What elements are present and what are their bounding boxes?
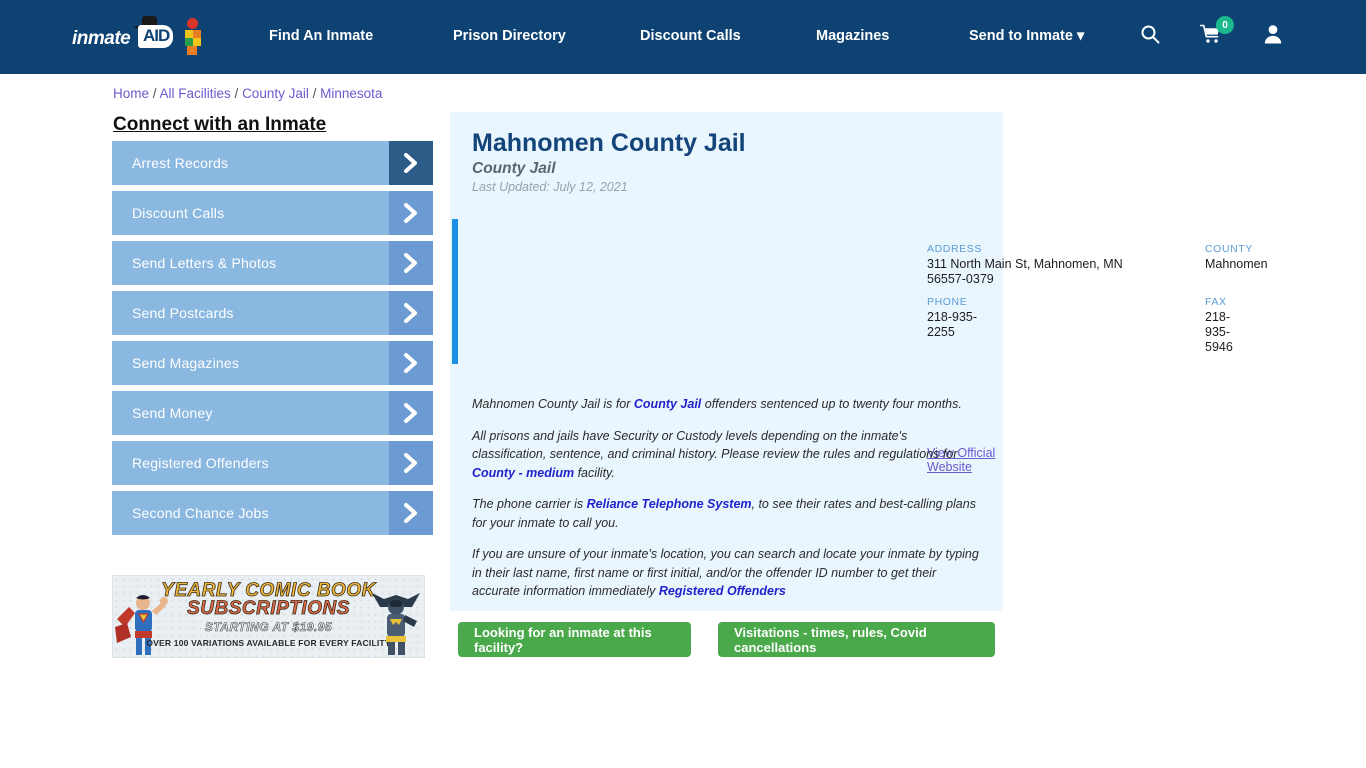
search-icon[interactable]: [1140, 24, 1160, 49]
chevron-right-icon: [389, 441, 433, 485]
batman-figure-icon: [372, 593, 420, 655]
sidebar-item-send-postcards[interactable]: Send Postcards: [112, 291, 433, 335]
inline-text: All prisons and jails have Security or C…: [472, 428, 958, 462]
sidebar-item-label: Send Magazines: [132, 355, 240, 371]
sidebar-item-discount-calls[interactable]: Discount Calls: [112, 191, 433, 235]
fax-label: FAX: [1205, 296, 1227, 308]
description-paragraph-3: If you are unsure of your inmate's locat…: [472, 545, 982, 601]
nav-item-0[interactable]: Find An Inmate: [269, 28, 373, 44]
phone-label: PHONE: [927, 296, 968, 308]
county-label: COUNTY: [1205, 243, 1253, 255]
sidebar-item-label: Discount Calls: [132, 205, 225, 221]
sidebar-menu: Arrest Records Discount Calls Send Letters…: [112, 141, 433, 541]
breadcrumb-link-2[interactable]: County Jail: [242, 86, 309, 101]
sidebar-item-send-letters-photos[interactable]: Send Letters & Photos: [112, 241, 433, 285]
facility-description: Mahnomen County Jail is for County Jail …: [472, 395, 982, 614]
chevron-right-icon: [389, 341, 433, 385]
inline-link-1-1[interactable]: County - medium: [472, 466, 574, 480]
comic-book-ad-banner[interactable]: YEARLY COMIC BOOK SUBSCRIPTIONS STARTING…: [112, 575, 425, 658]
breadcrumb-link-0[interactable]: Home: [113, 86, 149, 101]
inline-link-3-1[interactable]: Registered Offenders: [659, 584, 786, 598]
chevron-right-icon: [389, 391, 433, 435]
inline-text: Mahnomen County Jail is for: [472, 397, 634, 411]
inline-text: facility.: [574, 465, 615, 480]
sidebar-item-send-magazines[interactable]: Send Magazines: [112, 341, 433, 385]
logo-wordmark: inmate: [72, 28, 131, 49]
county-value: Mahnomen: [1205, 257, 1268, 271]
chevron-right-icon: [389, 191, 433, 235]
facility-type-subtitle: County Jail: [472, 160, 556, 177]
chevron-right-icon: [389, 291, 433, 335]
description-paragraph-0: Mahnomen County Jail is for County Jail …: [472, 395, 982, 414]
user-account-icon[interactable]: [1264, 24, 1282, 49]
sidebar-item-label: Send Letters & Photos: [132, 255, 277, 271]
sidebar-heading: Connect with an Inmate: [113, 114, 327, 135]
description-paragraph-2: The phone carrier is Reliance Telephone …: [472, 495, 982, 532]
chevron-right-icon: [389, 491, 433, 535]
last-updated-text: Last Updated: July 12, 2021: [472, 180, 628, 194]
sidebar-item-arrest-records[interactable]: Arrest Records: [112, 141, 433, 185]
breadcrumb: Home / All Facilities / County Jail / Mi…: [113, 86, 382, 101]
logo-mascot-icon: [182, 18, 204, 56]
phone-value: 218-935-2255: [927, 310, 978, 339]
nav-item-2[interactable]: Discount Calls: [640, 28, 741, 44]
description-paragraph-1: All prisons and jails have Security or C…: [472, 427, 982, 483]
cart-count-badge: 0: [1216, 16, 1234, 34]
nav-item-4[interactable]: Send to Inmate ▾: [969, 28, 1084, 44]
chevron-right-icon: [389, 141, 433, 185]
sidebar-item-second-chance-jobs[interactable]: Second Chance Jobs: [112, 491, 433, 535]
logo-aid-badge: AID: [138, 25, 174, 48]
inline-link-0-1[interactable]: County Jail: [634, 397, 701, 411]
inline-text: offenders sentenced up to twenty four mo…: [701, 397, 962, 411]
page-title: Mahnomen County Jail: [472, 129, 746, 157]
fax-value: 218-935-5946: [1205, 310, 1233, 354]
breadcrumb-link-3[interactable]: Minnesota: [320, 86, 382, 101]
site-logo[interactable]: inmate AID: [72, 14, 201, 58]
inline-text: The phone carrier is: [472, 497, 587, 511]
breadcrumb-separator: /: [230, 86, 243, 101]
facility-info-panel: Mahnomen County Jail County Jail Last Up…: [450, 112, 1268, 614]
accent-bar: [452, 219, 458, 364]
breadcrumb-separator: /: [149, 86, 160, 101]
site-header: inmate AID Find An Inmate Prison Director…: [0, 0, 1366, 74]
breadcrumb-separator: /: [308, 86, 321, 101]
nav-item-1[interactable]: Prison Directory: [453, 28, 566, 44]
address-label: ADDRESS: [927, 243, 982, 255]
address-value: 311 North Main St, Mahnomen, MN 56557-03…: [927, 257, 1123, 286]
visitations-button[interactable]: Visitations - times, rules, Covid cancel…: [718, 622, 995, 657]
sidebar-item-label: Send Money: [132, 405, 213, 421]
cart-icon[interactable]: 0: [1199, 16, 1234, 49]
sidebar-item-label: Send Postcards: [132, 305, 234, 321]
sidebar-item-send-money[interactable]: Send Money: [112, 391, 433, 435]
chevron-right-icon: [389, 241, 433, 285]
facility-contact-block: ADDRESS 311 North Main St, Mahnomen, MN …: [450, 219, 1268, 364]
sidebar-item-label: Registered Offenders: [132, 455, 269, 471]
nav-item-3[interactable]: Magazines: [816, 28, 889, 44]
breadcrumb-link-1[interactable]: All Facilities: [160, 86, 231, 101]
sidebar-item-label: Second Chance Jobs: [132, 505, 269, 521]
sidebar-item-label: Arrest Records: [132, 155, 229, 171]
inline-link-2-1[interactable]: Reliance Telephone System: [587, 497, 752, 511]
find-inmate-button[interactable]: Looking for an inmate at this facility?: [458, 622, 691, 657]
sidebar-item-registered-offenders[interactable]: Registered Offenders: [112, 441, 433, 485]
